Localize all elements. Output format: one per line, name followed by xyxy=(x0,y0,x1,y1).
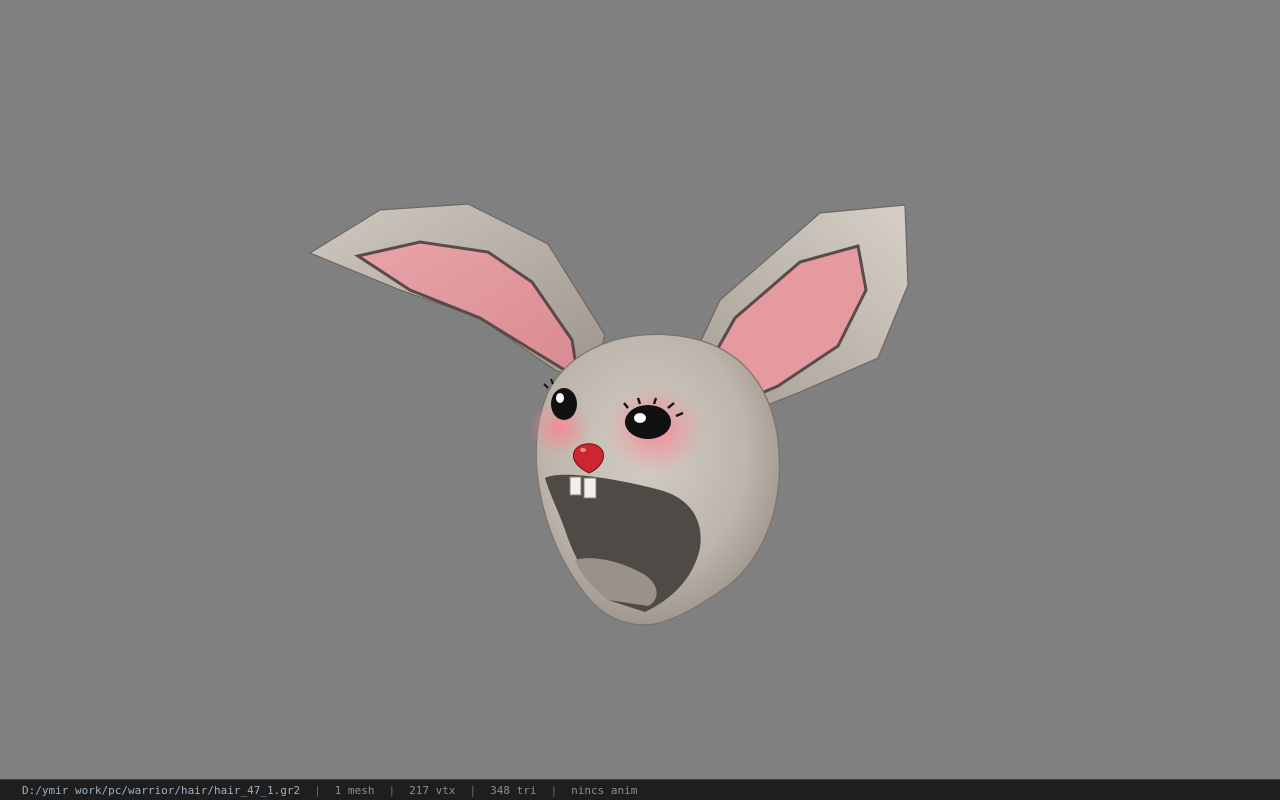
triangle-count: 348 tri xyxy=(490,783,537,797)
viewport-3d[interactable] xyxy=(0,0,1280,779)
separator: | xyxy=(469,783,477,797)
vertex-count: 217 vtx xyxy=(409,783,456,797)
separator: | xyxy=(550,783,558,797)
bunny-hat-model[interactable] xyxy=(0,0,1280,779)
separator: | xyxy=(388,783,396,797)
status-bar: D:/ymir work/pc/warrior/hair/hair_47_1.g… xyxy=(0,779,1280,800)
separator: | xyxy=(314,783,321,797)
file-path: D:/ymir work/pc/warrior/hair/hair_47_1.g… xyxy=(22,783,301,797)
left-ear xyxy=(308,203,606,386)
mesh-count: 1 mesh xyxy=(334,783,375,797)
animation-status: nincs anim xyxy=(571,783,638,797)
